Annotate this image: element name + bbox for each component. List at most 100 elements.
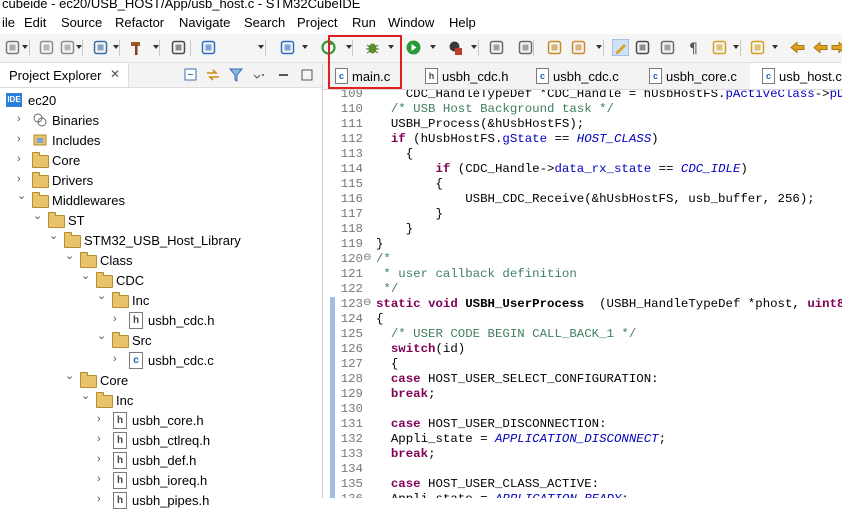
tree-item[interactable]: › h usbh_ioreq.h [0,470,322,490]
chevron-right-icon[interactable]: › [17,113,21,125]
editor-tab[interactable]: c usbh_core.c [637,63,741,89]
tree-item[interactable]: ⌄ STM32_USB_Host_Library [0,230,322,250]
tree-item[interactable]: › h usbh_cdc.h [0,310,322,330]
link-editor-icon[interactable] [205,67,221,83]
chevron-right-icon[interactable]: › [97,473,101,485]
dropdown-arrow-icon[interactable] [772,45,778,49]
menu-refactor[interactable]: Refactor [115,15,164,30]
menu-source[interactable]: Source [61,15,102,30]
fold-toggle-icon[interactable]: ⊖ [363,297,371,309]
dropdown-arrow-icon[interactable] [302,45,308,49]
code-area[interactable]: 109 CDC_HandleTypeDef *CDC_Handle = hUsb… [323,90,842,498]
dropdown-arrow-icon[interactable] [733,45,739,49]
menu-project[interactable]: Project [297,15,337,30]
new-cfile-icon[interactable] [279,39,296,56]
filter-icon[interactable] [228,67,244,83]
tree-item[interactable]: ⌄ Middlewares [0,190,322,210]
project-explorer-tab[interactable]: Project Explorer ✕ [0,63,129,87]
search-tool-icon[interactable] [570,39,587,56]
chevron-right-icon[interactable]: › [113,313,117,325]
tree-item[interactable]: › h usbh_core.h [0,410,322,430]
code-line: 124 { [323,312,842,327]
menu-help[interactable]: Help [449,15,476,30]
build-settings-icon[interactable] [92,39,109,56]
chevron-down-icon[interactable]: ⌄ [81,389,90,402]
maximize-icon[interactable] [299,67,315,83]
tree-item[interactable]: ⌄ Inc [0,290,322,310]
collapse-all-icon[interactable] [183,67,199,83]
run-icon[interactable] [405,39,422,56]
stop-icon[interactable] [446,39,463,56]
tree-item[interactable]: ⌄ Inc [0,390,322,410]
chevron-right-icon[interactable]: › [113,353,117,365]
debug-attach-icon[interactable] [517,39,534,56]
chevron-right-icon[interactable]: › [97,493,101,505]
chevron-down-icon[interactable]: ⌄ [49,229,58,242]
line-number: 134 [340,462,363,476]
menu-ile[interactable]: ile [2,15,15,30]
binary-icon[interactable] [170,39,187,56]
view-menu-icon[interactable] [251,67,267,83]
back-arrow-icon[interactable] [812,39,829,56]
pilcrow-icon[interactable]: ¶ [685,39,702,56]
chevron-down-icon[interactable]: ⌄ [33,209,42,222]
chevron-down-icon[interactable]: ⌄ [97,329,106,342]
dropdown-arrow-icon[interactable] [596,45,602,49]
forward-arrow-icon[interactable] [830,39,842,56]
dropdown-arrow-icon[interactable] [22,45,28,49]
tree-item[interactable]: › Includes [0,130,322,150]
tree-item[interactable]: › Core [0,150,322,170]
toggle-markers-icon[interactable] [634,39,651,56]
minimize-icon[interactable] [276,67,292,83]
chevron-right-icon[interactable]: › [97,413,101,425]
back-icon[interactable] [789,39,806,56]
prev-annotation-icon[interactable] [749,39,766,56]
tree-item[interactable]: ⌄ ST [0,210,322,230]
line-number: 112 [340,132,363,146]
save-icon[interactable] [38,39,55,56]
editor-tab[interactable]: c usbh_cdc.c [524,63,628,89]
hammer-build-icon[interactable] [129,39,146,56]
chevron-right-icon[interactable]: › [17,153,21,165]
tree-item[interactable]: ⌄ Src [0,330,322,350]
close-icon[interactable]: ✕ [110,67,120,81]
menu-run[interactable]: Run [352,15,376,30]
tree-item[interactable]: ⌄ Core [0,370,322,390]
chevron-down-icon[interactable]: ⌄ [17,189,26,202]
save-all-icon[interactable] [59,39,76,56]
tree-item[interactable]: ⌄ Class [0,250,322,270]
dropdown-arrow-icon[interactable] [258,45,264,49]
fold-toggle-icon[interactable]: ⊖ [363,252,371,264]
chevron-down-icon[interactable]: ⌄ [65,249,74,262]
menu-edit[interactable]: Edit [24,15,46,30]
chevron-down-icon[interactable]: ⌄ [97,289,106,302]
new-cproject-icon[interactable] [200,39,217,56]
menu-navigate[interactable]: Navigate [179,15,230,30]
skip-breakpoints-icon[interactable] [488,39,505,56]
chevron-right-icon[interactable]: › [97,453,101,465]
chevron-right-icon[interactable]: › [17,173,21,185]
dropdown-arrow-icon[interactable] [471,45,477,49]
tree-item[interactable]: › c usbh_cdc.c [0,350,322,370]
next-annotation-icon[interactable] [711,39,728,56]
open-perspective-icon[interactable] [546,39,563,56]
chevron-right-icon[interactable]: › [17,133,21,145]
tree-item[interactable]: IDE ec20 [0,90,322,110]
tree-item[interactable]: › h usbh_pipes.h [0,490,322,510]
editor-tab[interactable]: c usb_host.c [750,63,842,89]
new-icon[interactable] [4,39,21,56]
menu-window[interactable]: Window [388,15,434,30]
tree-item[interactable]: › h usbh_ctlreq.h [0,430,322,450]
tree-item[interactable]: › Binaries [0,110,322,130]
chevron-right-icon[interactable]: › [97,433,101,445]
tree-item[interactable]: ⌄ CDC [0,270,322,290]
highlight-icon[interactable] [612,39,629,56]
chevron-down-icon[interactable]: ⌄ [81,269,90,282]
dropdown-arrow-icon[interactable] [430,45,436,49]
tree-item[interactable]: › Drivers [0,170,322,190]
editor-tab[interactable]: h usbh_cdc.h [413,63,516,89]
tree-item[interactable]: › h usbh_def.h [0,450,322,470]
chevron-down-icon[interactable]: ⌄ [65,369,74,382]
show-whitespace-icon[interactable] [659,39,676,56]
menu-search[interactable]: Search [244,15,285,30]
